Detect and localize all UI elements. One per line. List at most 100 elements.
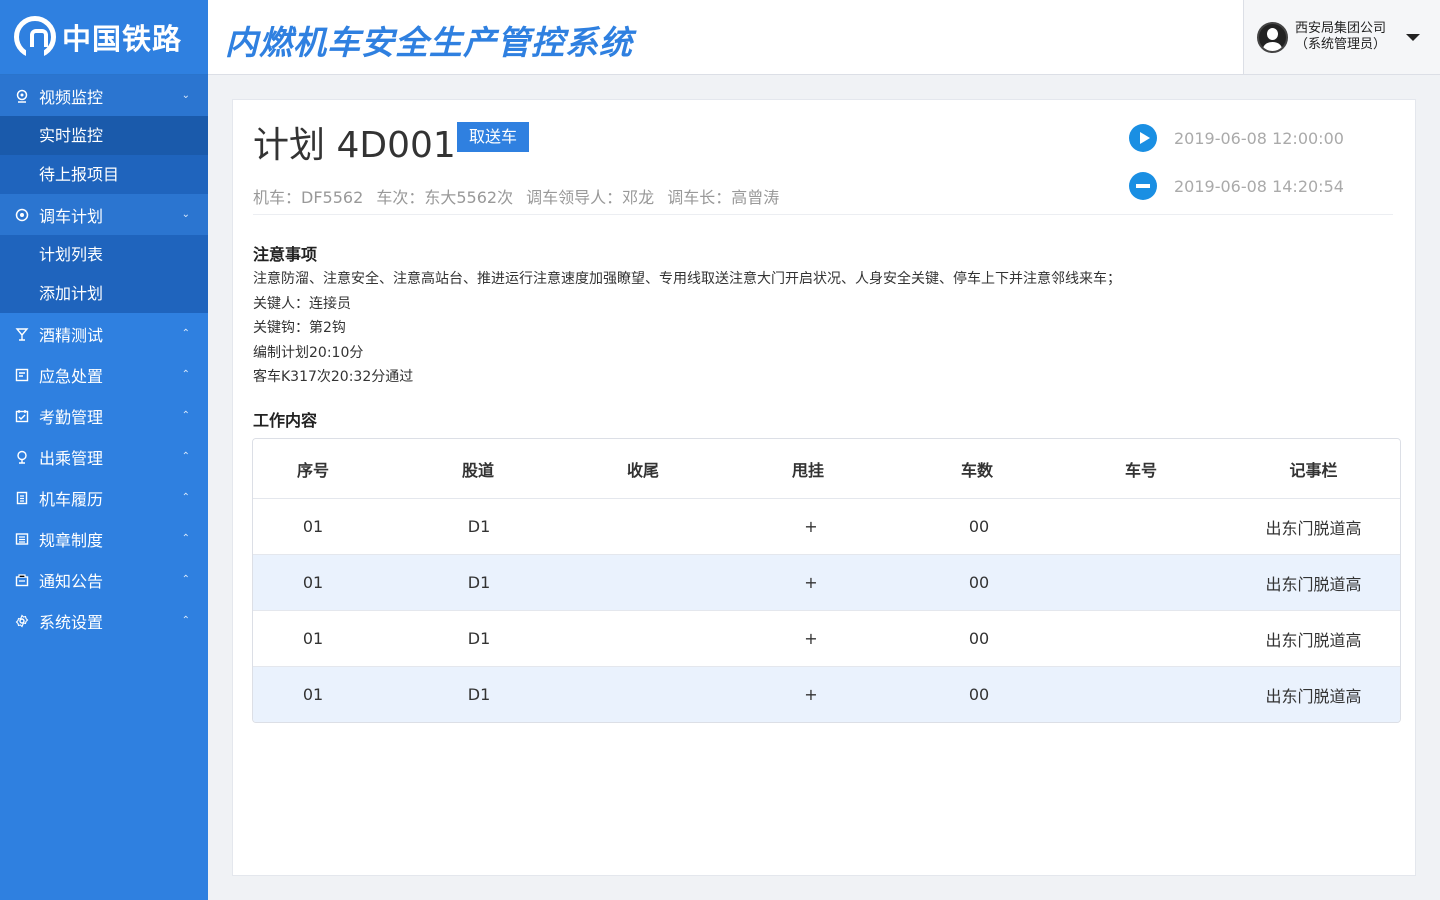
sidebar-item-alcohol-test[interactable]: 酒精测试 ⌃: [0, 313, 208, 354]
sidebar-item-crew-duty[interactable]: 出乘管理 ⌃: [0, 436, 208, 477]
note-line: 编制计划20:10分: [253, 344, 364, 361]
cell-track: D1: [467, 685, 491, 704]
sidebar-subitem-add-plan[interactable]: 添加计划: [0, 274, 208, 313]
plan-times: 2019-06-08 12:00:00 2019-06-08 14:20:54: [1129, 124, 1344, 220]
user-menu[interactable]: 西安局集团公司 （系统管理员）: [1243, 0, 1440, 74]
cell-car-count: 00: [968, 629, 990, 648]
loco-number: 机车：DF5562: [253, 188, 364, 207]
sidebar-item-dispatch-plan[interactable]: 调车计划 ⌄: [0, 194, 208, 235]
sidebar-item-loco-history[interactable]: 机车履历 ⌃: [0, 477, 208, 518]
chevron-up-icon: ⌃: [181, 574, 190, 585]
sidebar-item-video-monitor[interactable]: 视频监控 ⌄: [0, 75, 208, 116]
sidebar-item-label: 考勤管理: [39, 407, 104, 427]
cell-remark: 出东门脱道高: [1265, 574, 1362, 594]
sidebar-item-emergency[interactable]: 应急处置 ⌃: [0, 354, 208, 395]
plan-type-badge: 取送车: [457, 122, 530, 152]
dispatch-icon: [14, 207, 30, 223]
note-line: 关键人：连接员: [253, 295, 351, 312]
chevron-down-icon: ⌄: [181, 90, 190, 101]
cell-car-count: 00: [968, 573, 990, 592]
shunting-chief: 调车长：高曾涛: [667, 188, 780, 207]
submenu-video-monitor: 实时监控 待上报项目: [0, 116, 208, 194]
cell-car-count: 00: [968, 517, 990, 536]
emergency-icon: [14, 367, 30, 383]
sidebar-item-notices[interactable]: 通知公告 ⌃: [0, 559, 208, 600]
train-number: 车次：东大5562次: [376, 188, 514, 207]
cell-car-count: 00: [968, 685, 990, 704]
chevron-up-icon: ⌃: [181, 369, 190, 380]
cup-icon: [14, 326, 30, 342]
sidebar-item-label: 出乘管理: [39, 448, 104, 468]
end-time-row: 2019-06-08 14:20:54: [1129, 172, 1344, 200]
sidebar-subitem-realtime-monitor[interactable]: 实时监控: [0, 116, 208, 155]
chevron-up-icon: ⌃: [181, 451, 190, 462]
work-title: 工作内容: [253, 411, 318, 430]
table-header: 序号 股道 收尾 甩挂 车数 车号 记事栏: [253, 439, 1400, 498]
note-line: 关键钩：第2钩: [253, 320, 346, 336]
page-title: 计划 4D001: [253, 125, 456, 166]
column-header: 股道: [461, 460, 494, 480]
column-header: 收尾: [626, 460, 659, 480]
divider: [253, 214, 1393, 215]
work-table: 序号 股道 收尾 甩挂 车数 车号 记事栏 01 D1 + 00 出东门脱道高 …: [252, 438, 1401, 723]
cell-couple: +: [804, 629, 818, 648]
sidebar-item-label: 通知公告: [39, 571, 104, 591]
camera-icon: [14, 88, 30, 104]
rules-icon: [14, 531, 30, 547]
sidebar-item-label: 系统设置: [39, 612, 104, 632]
cell-remark: 出东门脱道高: [1265, 518, 1362, 538]
table-row[interactable]: 01 D1 + 00 出东门脱道高: [253, 498, 1400, 554]
table-row[interactable]: 01 D1 + 00 出东门脱道高: [253, 554, 1400, 610]
cell-couple: +: [804, 517, 818, 536]
sidebar-item-settings[interactable]: 系统设置 ⌃: [0, 600, 208, 641]
shunting-leader: 调车领导人：邓龙: [526, 188, 655, 207]
note-line: 客车K317次20:32分通过: [253, 369, 414, 385]
logo-text: 中国铁路: [62, 22, 183, 56]
start-time-row: 2019-06-08 12:00:00: [1129, 124, 1344, 152]
gear-icon: [14, 613, 30, 629]
chevron-up-icon: ⌃: [181, 410, 190, 421]
sidebar-item-label: 调车计划: [39, 206, 104, 226]
plan-meta: 机车：DF5562 车次：东大5562次 调车领导人：邓龙 调车长：高曾涛: [253, 184, 787, 208]
sidebar-subitem-plan-list[interactable]: 计划列表: [0, 235, 208, 274]
cell-couple: +: [804, 685, 818, 704]
notes-title: 注意事项: [253, 245, 318, 264]
start-time: 2019-06-08 12:00:00: [1174, 128, 1344, 148]
sidebar: 中国铁路 视频监控 ⌄ 实时监控 待上报项目 调车计划 ⌄ 计划列表 添加计划: [0, 0, 208, 900]
top-header: 内燃机车安全生产管控系统 西安局集团公司 （系统管理员）: [208, 0, 1440, 75]
logo[interactable]: 中国铁路: [0, 0, 208, 75]
sidebar-item-label: 视频监控: [39, 87, 104, 107]
sidebar-item-label: 应急处置: [39, 366, 104, 386]
end-time: 2019-06-08 14:20:54: [1174, 176, 1344, 196]
document-icon: [14, 490, 30, 506]
chevron-down-icon: ⌄: [181, 209, 190, 220]
note-line: 注意防溜、注意安全、注意高站台、推进运行注意速度加强瞭望、专用线取送注意大门开启…: [253, 271, 1121, 287]
column-header: 序号: [296, 460, 329, 480]
table-row[interactable]: 01 D1 + 00 出东门脱道高: [253, 610, 1400, 666]
notes-list: 注意防溜、注意安全、注意高站台、推进运行注意速度加强瞭望、专用线取送注意大门开启…: [253, 267, 1121, 390]
user-role: （系统管理员）: [1295, 37, 1387, 52]
user-org: 西安局集团公司: [1295, 21, 1387, 36]
cell-couple: +: [804, 573, 818, 592]
sidebar-item-label: 机车履历: [39, 489, 104, 509]
chevron-up-icon: ⌃: [181, 533, 190, 544]
caret-down-icon[interactable]: [1406, 33, 1421, 41]
cell-remark: 出东门脱道高: [1265, 630, 1362, 650]
table-row[interactable]: 01 D1 + 00 出东门脱道高: [253, 666, 1400, 722]
sidebar-item-regulations[interactable]: 规章制度 ⌃: [0, 518, 208, 559]
sidebar-subitem-pending-report[interactable]: 待上报项目: [0, 155, 208, 194]
avatar: [1257, 21, 1288, 53]
cell-track: D1: [467, 517, 491, 536]
railway-logo-icon: [14, 16, 56, 58]
calendar-icon: [14, 408, 30, 424]
plan-detail-card: 计划 4D001 取送车 机车：DF5562 车次：东大5562次 调车领导人：…: [232, 99, 1416, 876]
chevron-up-icon: ⌃: [181, 492, 190, 503]
play-icon[interactable]: [1129, 124, 1157, 152]
sidebar-item-attendance[interactable]: 考勤管理 ⌃: [0, 395, 208, 436]
sidebar-item-label: 规章制度: [39, 530, 104, 550]
cell-index: 01: [302, 629, 324, 648]
user-info: 西安局集团公司 （系统管理员）: [1295, 21, 1386, 53]
stop-icon[interactable]: [1129, 172, 1157, 200]
cell-index: 01: [302, 685, 324, 704]
cell-index: 01: [302, 517, 324, 536]
